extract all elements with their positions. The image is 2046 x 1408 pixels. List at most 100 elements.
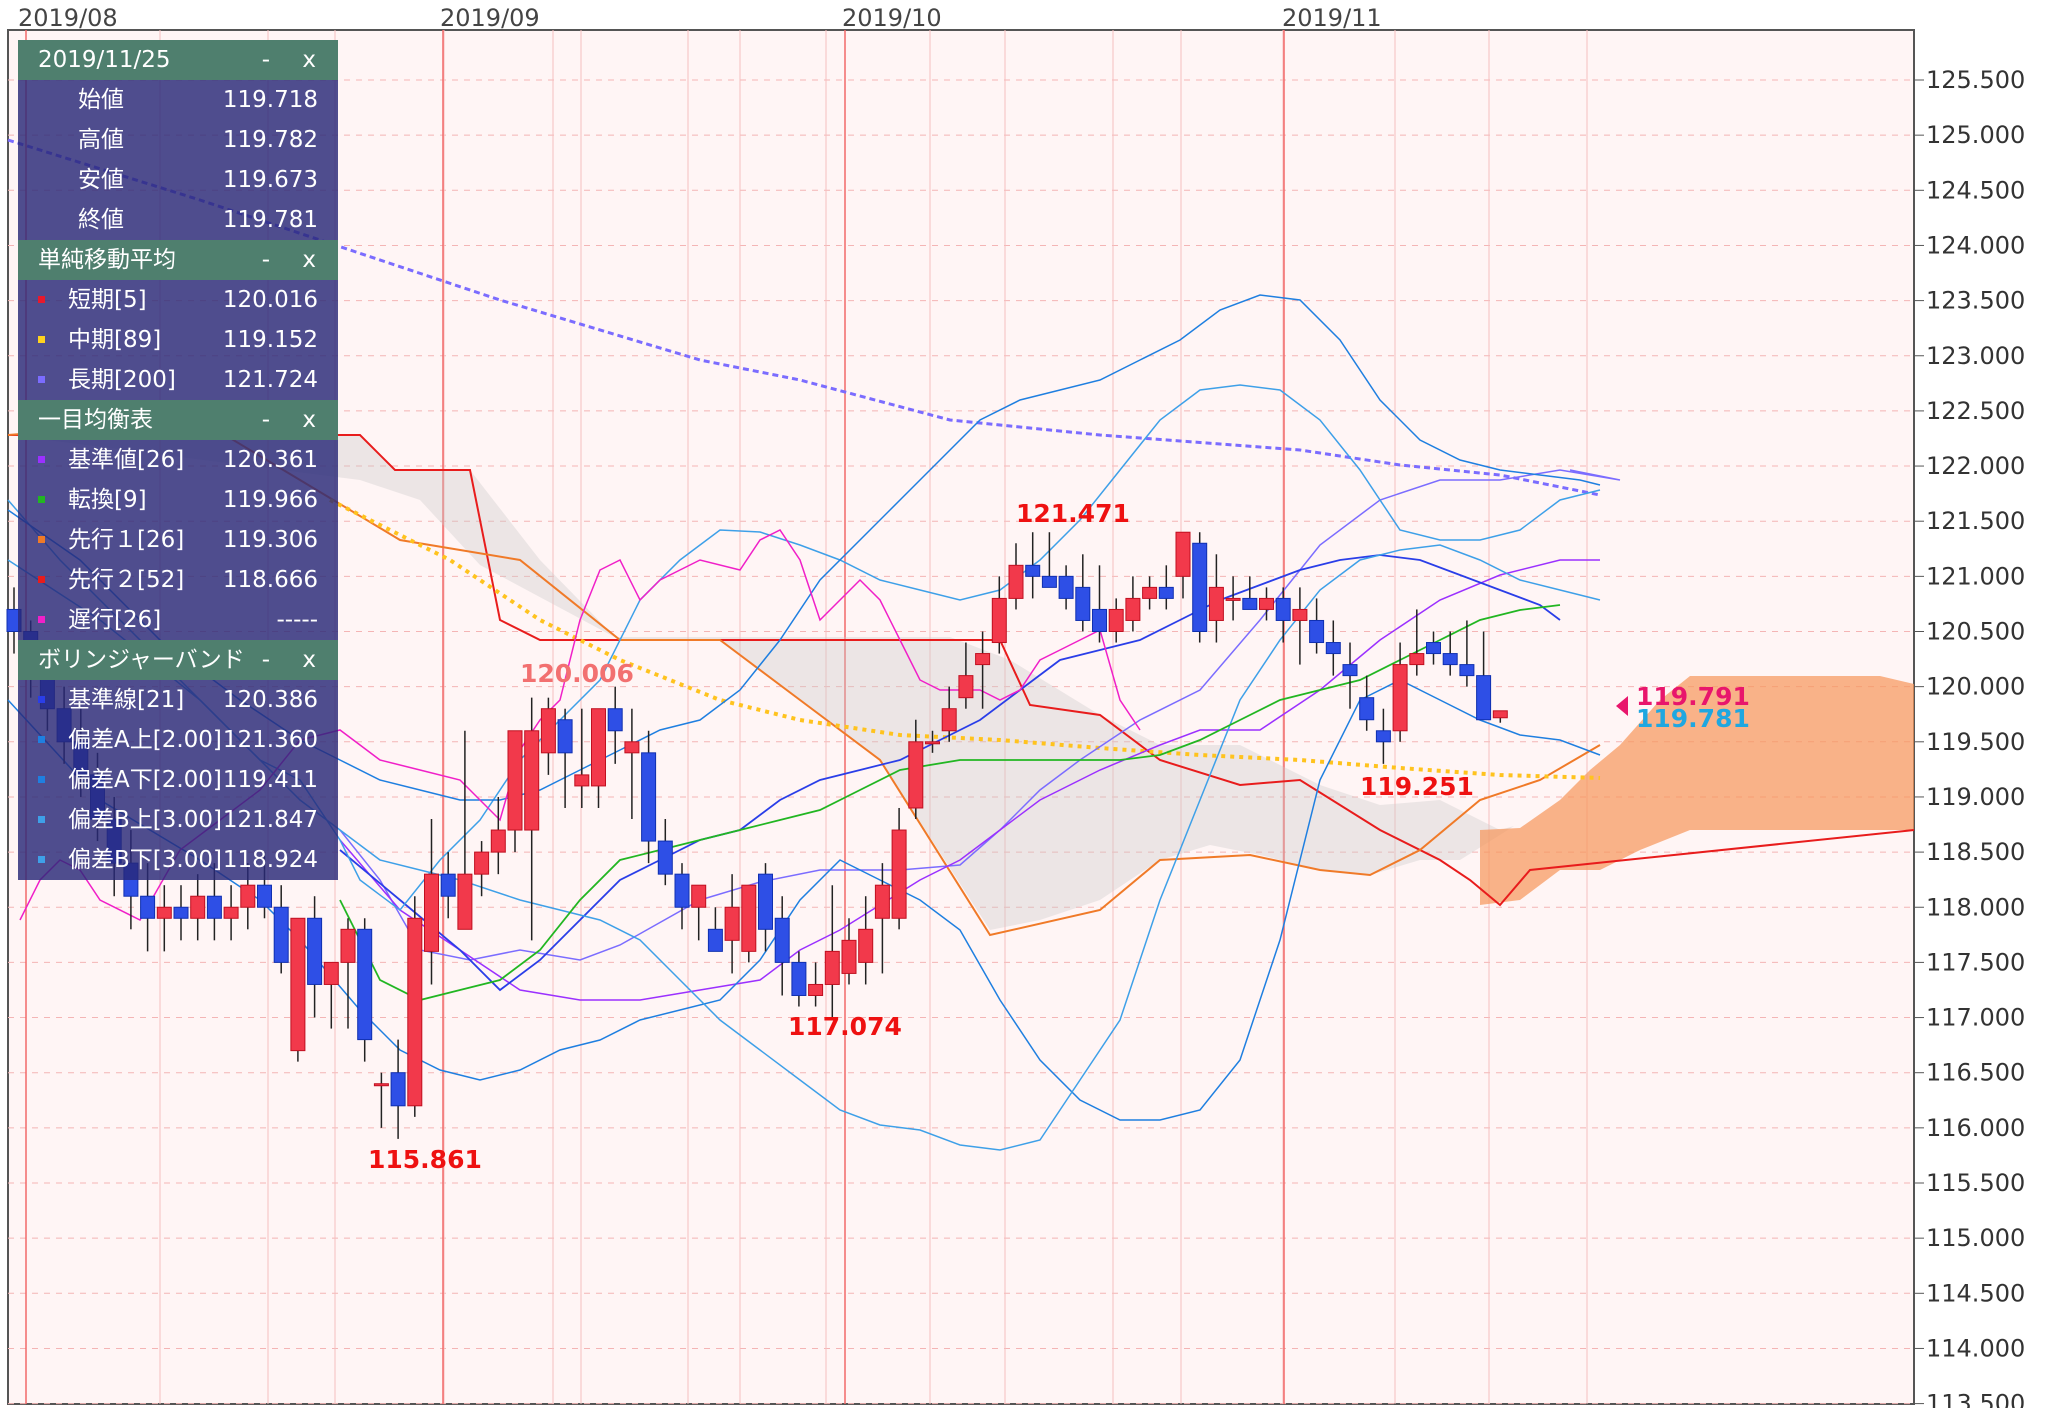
y-tick-label: 122.500 (1926, 397, 2025, 425)
x-axis-labels: 2019/08 2019/09 2019/10 2019/11 (18, 4, 1382, 32)
y-tick-label: 121.500 (1926, 507, 2025, 535)
series-color-dot (38, 696, 45, 703)
candle-body (540, 708, 556, 754)
candle-body (624, 741, 640, 754)
candle-body (474, 851, 490, 875)
candle-body (1492, 710, 1508, 719)
indicator-row: 基準値[26] 120.361 (18, 440, 338, 480)
series-color-dot (38, 536, 45, 543)
candle-body (941, 708, 957, 732)
indicator-row: 終値 119.781 (18, 200, 338, 240)
indicator-value: ----- (276, 607, 319, 633)
y-tick-label: 116.500 (1926, 1059, 2025, 1087)
y-tick-label: 116.000 (1926, 1114, 2025, 1142)
indicator-value: 119.306 (222, 527, 318, 553)
candle-body (257, 884, 272, 908)
candle-body (273, 906, 289, 963)
y-tick-label: 123.000 (1926, 342, 2025, 370)
candle-body (1208, 586, 1224, 621)
indicator-label: 偏差A上[2.00] (68, 727, 222, 753)
indicator-label: 長期[200] (68, 367, 176, 393)
candle-body (1041, 575, 1057, 588)
close-icon[interactable]: x (302, 240, 316, 280)
indicator-label: 先行１[26] (68, 527, 185, 553)
indicator-row: 高値 119.782 (18, 120, 338, 160)
candle-body (1225, 597, 1241, 601)
indicator-row: 長期[200] 121.724 (18, 360, 338, 400)
x-tick-label: 2019/11 (1282, 4, 1382, 32)
minimize-icon[interactable]: - (262, 640, 270, 680)
sma-header: 単純移動平均 - x (18, 240, 338, 280)
price-annotation: 119.251 (1360, 772, 1474, 801)
indicator-row: 偏差B上[3.00] 121.847 (18, 800, 338, 840)
candle-body (223, 906, 239, 919)
close-icon[interactable]: x (302, 400, 316, 440)
indicator-value: 119.411 (222, 767, 318, 793)
price-annotation: 121.471 (1016, 499, 1130, 528)
candle-body (1375, 730, 1391, 743)
y-tick-label: 125.000 (1926, 121, 2025, 149)
indicator-panel: 2019/11/25 - x 始値 119.718 高値 119.782 安値 119.6… (18, 40, 338, 880)
y-tick-label: 121.000 (1926, 562, 2025, 590)
y-tick-label: 119.500 (1926, 728, 2025, 756)
indicator-row: 安値 119.673 (18, 160, 338, 200)
close-icon[interactable]: x (302, 640, 316, 680)
candle-body (323, 961, 339, 985)
indicator-value: 120.361 (222, 447, 318, 473)
candle-body (424, 873, 439, 952)
candle-body (557, 719, 573, 754)
candle-body (390, 1072, 406, 1107)
indicator-label: 基準線[21] (68, 687, 185, 713)
candle-body (1192, 542, 1208, 633)
candle-body (791, 961, 807, 996)
price-tags: 119.791119.781 (1616, 682, 1750, 733)
y-tick-label: 114.000 (1926, 1334, 2025, 1362)
series-color-dot (38, 456, 45, 463)
y-tick-label: 120.000 (1926, 673, 2025, 701)
indicator-row: 中期[89] 119.152 (18, 320, 338, 360)
series-color-dot (38, 616, 45, 623)
candle-body (674, 873, 690, 908)
minimize-icon[interactable]: - (262, 400, 270, 440)
indicator-label: 始値 (78, 87, 124, 113)
minimize-icon[interactable]: - (262, 40, 270, 80)
candle-body (440, 873, 456, 897)
indicator-label: 安値 (78, 167, 124, 193)
sma-title: 単純移動平均 (38, 247, 176, 273)
y-tick-label: 119.000 (1926, 783, 2025, 811)
candle-body (1442, 653, 1458, 666)
ichimoku-title: 一目均衡表 (38, 407, 153, 433)
y-tick-label: 124.000 (1926, 231, 2025, 259)
candle-body (373, 1083, 389, 1087)
indicator-value: 121.847 (222, 807, 318, 833)
minimize-icon[interactable]: - (262, 240, 270, 280)
y-tick-label: 114.500 (1926, 1279, 2025, 1307)
candle-body (1125, 597, 1141, 621)
candle-body (1259, 597, 1274, 610)
series-color-dot (38, 376, 45, 383)
ichimoku-section: 基準値[26] 120.361 転換[9] 119.966 先行１[26] 119.306… (18, 440, 338, 640)
panel-date-header: 2019/11/25 - x (18, 40, 338, 80)
indicator-value: 118.666 (222, 567, 318, 593)
x-tick-label: 2019/08 (18, 4, 118, 32)
indicator-label: 高値 (78, 127, 124, 153)
candle-body (524, 730, 540, 831)
y-tick-label: 113.500 (1926, 1390, 2025, 1408)
series-color-dot (38, 576, 45, 583)
indicator-row: 短期[5] 120.016 (18, 280, 338, 320)
indicator-value: 121.724 (222, 367, 318, 393)
candle-body (1309, 619, 1325, 644)
candle-body (1058, 575, 1074, 599)
series-color-dot (38, 496, 45, 503)
close-icon[interactable]: x (302, 40, 316, 80)
candle-body (1359, 697, 1375, 721)
candle-body (724, 906, 740, 941)
panel-date: 2019/11/25 (38, 47, 171, 73)
candle-body (290, 917, 306, 1052)
candle-body (1142, 586, 1158, 599)
candle-body (607, 708, 623, 732)
indicator-row: 偏差A上[2.00] 121.360 (18, 720, 338, 760)
indicator-row: 遅行[26] ----- (18, 600, 338, 640)
candle-body (774, 917, 790, 963)
y-tick-label: 118.500 (1926, 838, 2025, 866)
